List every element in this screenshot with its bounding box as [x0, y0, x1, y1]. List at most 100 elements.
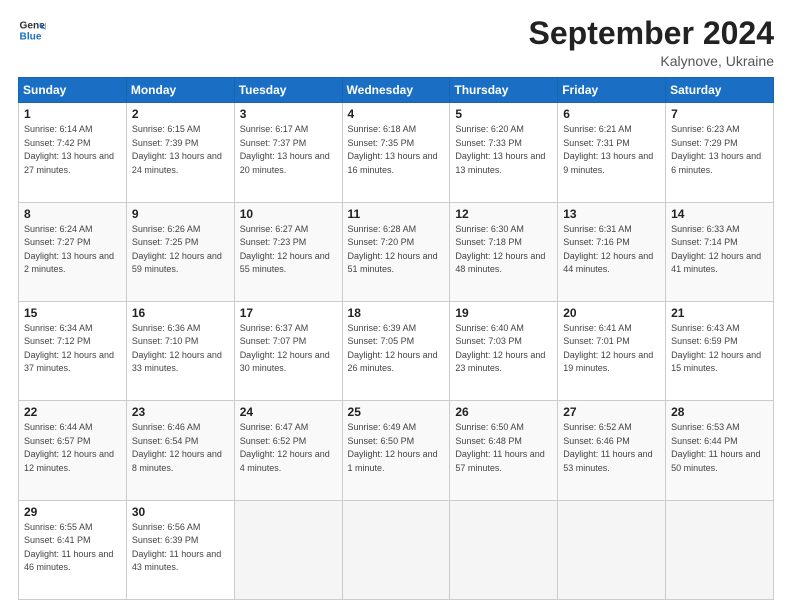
day-number: 5	[455, 107, 552, 121]
day-number: 25	[348, 405, 445, 419]
calendar-day-cell: 2 Sunrise: 6:15 AMSunset: 7:39 PMDaylight…	[126, 103, 234, 202]
calendar-day-cell: 9 Sunrise: 6:26 AMSunset: 7:25 PMDaylight…	[126, 202, 234, 301]
calendar-day-cell: 28 Sunrise: 6:53 AMSunset: 6:44 PMDayligh…	[666, 401, 774, 500]
title-block: September 2024 Kalynove, Ukraine	[529, 16, 774, 69]
day-info: Sunrise: 6:27 AMSunset: 7:23 PMDaylight:…	[240, 223, 337, 277]
calendar-day-cell: 23 Sunrise: 6:46 AMSunset: 6:54 PMDayligh…	[126, 401, 234, 500]
day-number: 29	[24, 505, 121, 519]
day-info: Sunrise: 6:41 AMSunset: 7:01 PMDaylight:…	[563, 322, 660, 376]
calendar-table: Sunday Monday Tuesday Wednesday Thursday…	[18, 77, 774, 600]
calendar-day-cell: 14Sunrise: 6:33 AMSunset: 7:14 PMDayligh…	[666, 202, 774, 301]
day-number: 22	[24, 405, 121, 419]
day-number: 11	[348, 207, 445, 221]
day-number: 15	[24, 306, 121, 320]
calendar-day-cell: 27Sunrise: 6:52 AMSunset: 6:46 PMDayligh…	[558, 401, 666, 500]
day-number: 23	[132, 405, 229, 419]
calendar-day-cell: 1Sunrise: 6:14 AMSunset: 7:42 PMDaylight…	[19, 103, 127, 202]
calendar-week-row: 22 Sunrise: 6:44 AMSunset: 6:57 PMDayligh…	[19, 401, 774, 500]
calendar-week-row: 15 Sunrise: 6:34 AMSunset: 7:12 PMDayligh…	[19, 301, 774, 400]
month-title: September 2024	[529, 16, 774, 51]
calendar-day-cell: 29 Sunrise: 6:55 AMSunset: 6:41 PMDayligh…	[19, 500, 127, 599]
day-info: Sunrise: 6:39 AMSunset: 7:05 PMDaylight:…	[348, 322, 445, 376]
logo: General Blue	[18, 16, 46, 44]
svg-text:Blue: Blue	[20, 31, 42, 42]
calendar-day-cell: 3 Sunrise: 6:17 AMSunset: 7:37 PMDaylight…	[234, 103, 342, 202]
day-info: Sunrise: 6:33 AMSunset: 7:14 PMDaylight:…	[671, 223, 768, 277]
logo-icon: General Blue	[18, 16, 46, 44]
calendar-day-cell	[666, 500, 774, 599]
header-thursday: Thursday	[450, 78, 558, 103]
day-info: Sunrise: 6:37 AMSunset: 7:07 PMDaylight:…	[240, 322, 337, 376]
calendar-body: 1Sunrise: 6:14 AMSunset: 7:42 PMDaylight…	[19, 103, 774, 600]
day-number: 12	[455, 207, 552, 221]
day-info: Sunrise: 6:44 AMSunset: 6:57 PMDaylight:…	[24, 421, 121, 475]
day-number: 20	[563, 306, 660, 320]
calendar-week-row: 8 Sunrise: 6:24 AMSunset: 7:27 PMDaylight…	[19, 202, 774, 301]
calendar-day-cell: 24 Sunrise: 6:47 AMSunset: 6:52 PMDayligh…	[234, 401, 342, 500]
calendar-week-row: 1Sunrise: 6:14 AMSunset: 7:42 PMDaylight…	[19, 103, 774, 202]
day-info: Sunrise: 6:56 AMSunset: 6:39 PMDaylight:…	[132, 521, 229, 575]
calendar-day-cell: 17 Sunrise: 6:37 AMSunset: 7:07 PMDayligh…	[234, 301, 342, 400]
day-number: 7	[671, 107, 768, 121]
day-info: Sunrise: 6:18 AMSunset: 7:35 PMDaylight:…	[348, 123, 445, 177]
calendar-day-cell: 11 Sunrise: 6:28 AMSunset: 7:20 PMDayligh…	[342, 202, 450, 301]
calendar-day-cell	[342, 500, 450, 599]
header-friday: Friday	[558, 78, 666, 103]
day-number: 17	[240, 306, 337, 320]
day-number: 13	[563, 207, 660, 221]
day-info: Sunrise: 6:26 AMSunset: 7:25 PMDaylight:…	[132, 223, 229, 277]
location-subtitle: Kalynove, Ukraine	[529, 53, 774, 69]
day-info: Sunrise: 6:46 AMSunset: 6:54 PMDaylight:…	[132, 421, 229, 475]
calendar-day-cell: 22 Sunrise: 6:44 AMSunset: 6:57 PMDayligh…	[19, 401, 127, 500]
day-number: 3	[240, 107, 337, 121]
calendar-page: General Blue September 2024 Kalynove, Uk…	[0, 0, 792, 612]
calendar-day-cell: 15 Sunrise: 6:34 AMSunset: 7:12 PMDayligh…	[19, 301, 127, 400]
day-info: Sunrise: 6:34 AMSunset: 7:12 PMDaylight:…	[24, 322, 121, 376]
day-info: Sunrise: 6:36 AMSunset: 7:10 PMDaylight:…	[132, 322, 229, 376]
calendar-day-cell: 19 Sunrise: 6:40 AMSunset: 7:03 PMDayligh…	[450, 301, 558, 400]
day-info: Sunrise: 6:55 AMSunset: 6:41 PMDaylight:…	[24, 521, 121, 575]
calendar-day-cell	[558, 500, 666, 599]
day-number: 21	[671, 306, 768, 320]
day-number: 4	[348, 107, 445, 121]
day-number: 16	[132, 306, 229, 320]
header-monday: Monday	[126, 78, 234, 103]
day-info: Sunrise: 6:43 AMSunset: 6:59 PMDaylight:…	[671, 322, 768, 376]
calendar-day-cell: 21 Sunrise: 6:43 AMSunset: 6:59 PMDayligh…	[666, 301, 774, 400]
calendar-header-row: Sunday Monday Tuesday Wednesday Thursday…	[19, 78, 774, 103]
calendar-day-cell: 4 Sunrise: 6:18 AMSunset: 7:35 PMDaylight…	[342, 103, 450, 202]
calendar-day-cell: 12 Sunrise: 6:30 AMSunset: 7:18 PMDayligh…	[450, 202, 558, 301]
day-info: Sunrise: 6:24 AMSunset: 7:27 PMDaylight:…	[24, 223, 121, 277]
day-number: 26	[455, 405, 552, 419]
day-info: Sunrise: 6:49 AMSunset: 6:50 PMDaylight:…	[348, 421, 445, 475]
day-number: 8	[24, 207, 121, 221]
day-number: 30	[132, 505, 229, 519]
calendar-day-cell: 16 Sunrise: 6:36 AMSunset: 7:10 PMDayligh…	[126, 301, 234, 400]
day-info: Sunrise: 6:15 AMSunset: 7:39 PMDaylight:…	[132, 123, 229, 177]
day-number: 2	[132, 107, 229, 121]
day-info: Sunrise: 6:28 AMSunset: 7:20 PMDaylight:…	[348, 223, 445, 277]
calendar-day-cell: 20 Sunrise: 6:41 AMSunset: 7:01 PMDayligh…	[558, 301, 666, 400]
day-info: Sunrise: 6:23 AMSunset: 7:29 PMDaylight:…	[671, 123, 768, 177]
day-info: Sunrise: 6:14 AMSunset: 7:42 PMDaylight:…	[24, 123, 121, 177]
calendar-week-row: 29 Sunrise: 6:55 AMSunset: 6:41 PMDayligh…	[19, 500, 774, 599]
calendar-day-cell: 8 Sunrise: 6:24 AMSunset: 7:27 PMDaylight…	[19, 202, 127, 301]
day-number: 24	[240, 405, 337, 419]
day-number: 9	[132, 207, 229, 221]
header-saturday: Saturday	[666, 78, 774, 103]
day-number: 28	[671, 405, 768, 419]
day-info: Sunrise: 6:21 AMSunset: 7:31 PMDaylight:…	[563, 123, 660, 177]
calendar-day-cell: 25 Sunrise: 6:49 AMSunset: 6:50 PMDayligh…	[342, 401, 450, 500]
calendar-day-cell: 7 Sunrise: 6:23 AMSunset: 7:29 PMDaylight…	[666, 103, 774, 202]
day-number: 19	[455, 306, 552, 320]
day-info: Sunrise: 6:40 AMSunset: 7:03 PMDaylight:…	[455, 322, 552, 376]
calendar-day-cell: 10Sunrise: 6:27 AMSunset: 7:23 PMDayligh…	[234, 202, 342, 301]
day-info: Sunrise: 6:53 AMSunset: 6:44 PMDaylight:…	[671, 421, 768, 475]
day-info: Sunrise: 6:17 AMSunset: 7:37 PMDaylight:…	[240, 123, 337, 177]
calendar-day-cell: 26Sunrise: 6:50 AMSunset: 6:48 PMDayligh…	[450, 401, 558, 500]
day-info: Sunrise: 6:30 AMSunset: 7:18 PMDaylight:…	[455, 223, 552, 277]
day-info: Sunrise: 6:47 AMSunset: 6:52 PMDaylight:…	[240, 421, 337, 475]
header: General Blue September 2024 Kalynove, Uk…	[18, 16, 774, 69]
day-info: Sunrise: 6:20 AMSunset: 7:33 PMDaylight:…	[455, 123, 552, 177]
day-info: Sunrise: 6:52 AMSunset: 6:46 PMDaylight:…	[563, 421, 660, 475]
